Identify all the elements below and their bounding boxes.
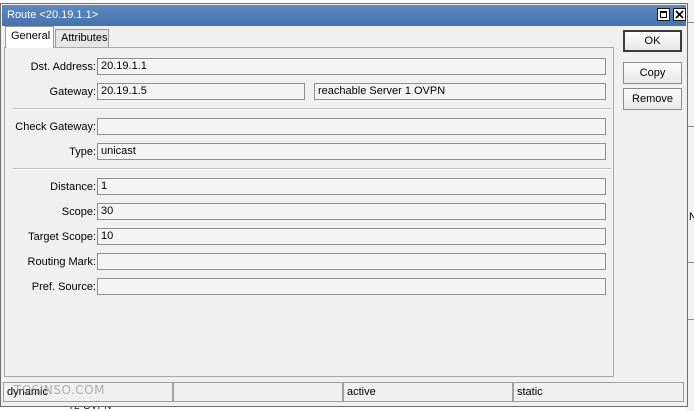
dst-address-label: Dst. Address: [30,61,96,73]
separator [13,168,611,170]
gateway-status-field: reachable Server 1 OVPN [314,83,606,100]
tab-general[interactable]: General [5,26,54,48]
gateway-label: Gateway: [49,86,96,98]
routing-mark-label: Routing Mark: [27,256,96,268]
type-label: Type: [69,146,96,158]
scope-label: Scope: [61,206,96,218]
check-gateway-field[interactable] [97,118,606,135]
status-cell-static: static [513,382,684,402]
ok-button[interactable]: OK [623,30,682,52]
pref-source-field[interactable] [97,278,606,295]
close-icon [675,10,684,19]
distance-field[interactable]: 1 [97,178,606,195]
pref-source-label: Pref. Source: [31,281,96,293]
background-row-line [688,22,694,23]
background-window-edge [687,0,694,411]
close-button[interactable] [673,8,686,21]
gateway-field[interactable]: 20.19.1.5 [97,83,305,100]
check-gateway-label: Check Gateway: [15,121,96,133]
window-title: Route <20.19.1.1> [7,9,99,21]
background-edge-char: N [689,211,694,223]
background-row-line [688,319,694,320]
watermark-text: TOSINSO.COM [14,383,105,397]
target-scope-field[interactable]: 10 [97,228,606,245]
target-scope-label: Target Scope: [28,231,96,243]
distance-label: Distance: [50,181,96,193]
title-bar[interactable]: Route <20.19.1.1> [2,5,686,26]
copy-button[interactable]: Copy [623,62,682,84]
general-panel: Dst. Address: 20.19.1.1 Gateway: 20.19.1… [4,47,614,377]
background-row-line [688,262,694,263]
status-bar: dynamic active static [3,382,684,402]
separator [13,108,611,110]
maximize-button[interactable] [657,8,670,21]
status-cell-active: active [343,382,513,402]
dst-address-field[interactable]: 20.19.1.1 [97,58,606,75]
tab-attributes[interactable]: Attributes [55,29,109,48]
type-field[interactable]: unicast [97,143,606,160]
background-row-line [688,126,694,127]
routing-mark-field[interactable] [97,253,606,270]
scope-field[interactable]: 30 [97,203,606,220]
remove-button[interactable]: Remove [623,88,682,110]
status-cell-empty [173,382,343,402]
